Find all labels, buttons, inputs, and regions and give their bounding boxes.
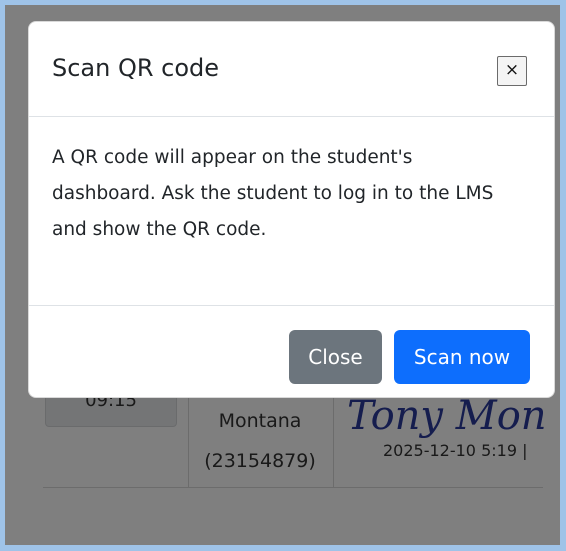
close-button[interactable]: Close [289,330,382,384]
app-frame: 09:15 Montana (23154879) Tony Mon 2025-1… [5,5,560,545]
modal-header: Scan QR code × [29,22,554,117]
close-icon[interactable]: × [497,56,527,86]
modal-message: A QR code will appear on the student's d… [52,147,494,240]
modal-title: Scan QR code [52,54,220,82]
scan-qr-modal: Scan QR code × A QR code will appear on … [28,21,555,398]
modal-body: A QR code will appear on the student's d… [29,117,554,306]
modal-footer: Close Scan now [29,306,554,400]
scan-now-button[interactable]: Scan now [394,330,530,384]
